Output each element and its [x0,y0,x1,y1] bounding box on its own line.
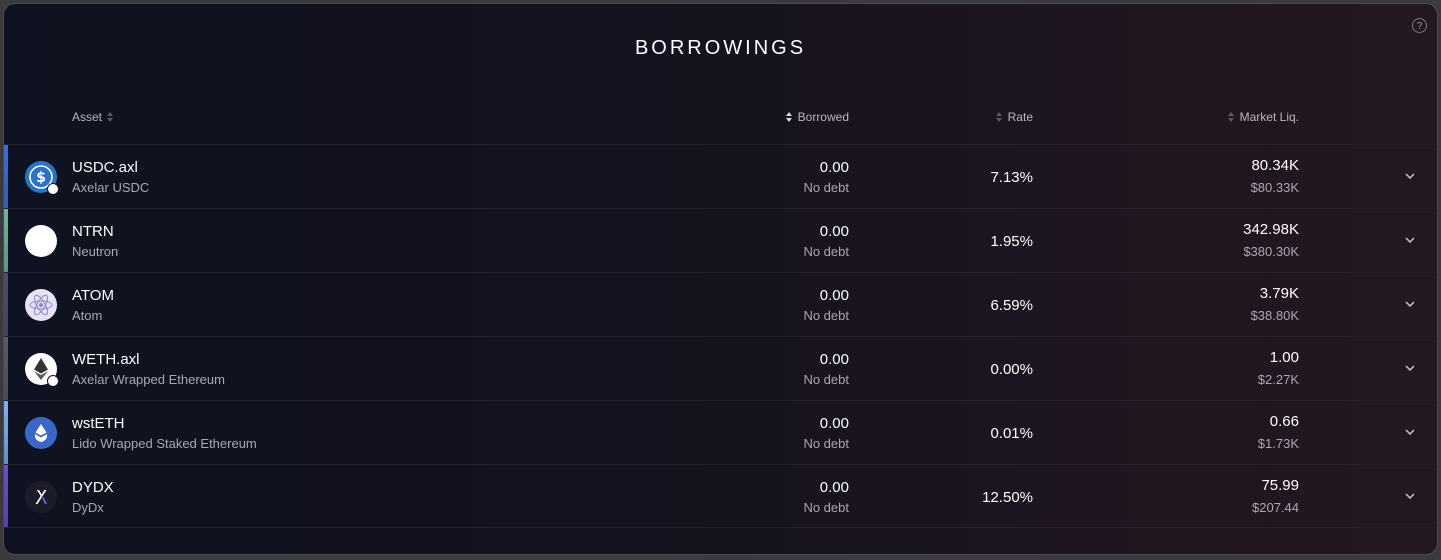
market-liquidity: 342.98K [1243,221,1299,238]
axelar-badge-icon [47,375,59,387]
borrow-rate: 7.13% [990,169,1033,186]
asset-symbol: WETH.axl [72,351,140,368]
asset-symbol: NTRN [72,223,114,240]
market-liquidity-usd: $38.80K [1250,308,1299,323]
usdc-icon: $ [25,161,59,195]
table-row[interactable]: $ USDC.axl Axelar USDC 0.00 No debt 7.13… [4,144,1437,208]
table-header: Asset Borrowed Rate Market Liq. [4,110,1437,130]
borrowed-status: No debt [803,308,849,323]
row-color-strip [4,337,8,400]
dydx-icon [25,481,57,513]
borrowed-amount: 0.00 [819,351,849,368]
market-liquidity: 1.00 [1269,349,1299,366]
row-color-strip [4,273,8,336]
chevron-down-icon[interactable] [1403,489,1417,503]
asset-table-body: $ USDC.axl Axelar USDC 0.00 No debt 7.13… [4,144,1437,528]
borrowed-amount: 0.00 [819,223,849,240]
borrowed-amount: 0.00 [819,287,849,304]
neutron-icon [25,225,57,257]
asset-name: Atom [72,308,103,323]
asset-symbol: USDC.axl [72,159,138,176]
chevron-down-icon[interactable] [1403,425,1417,439]
column-header-rate[interactable]: Rate [995,110,1033,124]
chevron-down-icon[interactable] [1403,233,1417,247]
borrowed-amount: 0.00 [819,479,849,496]
table-row[interactable]: DYDX DyDx 0.00 No debt 12.50% 75.99 $207… [4,464,1437,528]
row-color-strip [4,145,8,208]
asset-symbol: ATOM [72,287,114,304]
row-color-strip [4,465,8,527]
table-row[interactable]: NTRN Neutron 0.00 No debt 1.95% 342.98K … [4,208,1437,272]
borrow-rate: 6.59% [990,297,1033,314]
asset-symbol: wstETH [72,415,125,432]
market-liquidity-usd: $380.30K [1243,244,1299,259]
ethereum-icon [25,353,59,387]
borrowed-amount: 0.00 [819,159,849,176]
borrowed-status: No debt [803,372,849,387]
chevron-down-icon[interactable] [1403,169,1417,183]
asset-name: DyDx [72,500,104,515]
borrowed-status: No debt [803,500,849,515]
page-title: BORROWINGS [634,37,807,59]
borrow-rate: 0.00% [990,361,1033,378]
market-liquidity-usd: $2.27K [1257,372,1299,387]
column-header-asset[interactable]: Asset [72,110,114,124]
borrowed-status: No debt [803,244,849,259]
atom-icon [25,289,57,321]
sort-icon [1227,112,1235,122]
market-liquidity-usd: $80.33K [1250,180,1299,195]
axelar-badge-icon [47,183,59,195]
chevron-down-icon[interactable] [1403,361,1417,375]
borrow-rate: 12.50% [982,489,1033,506]
column-header-borrowed[interactable]: Borrowed [785,110,849,124]
table-row[interactable]: ATOM Atom 0.00 No debt 6.59% 3.79K $38.8… [4,272,1437,336]
borrow-rate: 0.01% [990,425,1033,442]
asset-name: Axelar Wrapped Ethereum [72,372,225,387]
asset-symbol: DYDX [72,479,114,496]
borrowings-panel: ? BORROWINGS Asset Borrowed Rate Market … [3,3,1438,555]
column-label-rate: Rate [1007,110,1033,124]
borrowed-status: No debt [803,180,849,195]
market-liquidity-usd: $1.73K [1257,436,1299,451]
column-header-market-liq[interactable]: Market Liq. [1227,110,1299,124]
sort-desc-icon [785,112,793,122]
help-icon[interactable]: ? [1412,18,1427,33]
row-color-strip [4,209,8,272]
asset-name: Neutron [72,244,119,259]
lido-icon [25,417,57,449]
svg-text:$: $ [36,170,46,186]
asset-name: Lido Wrapped Staked Ethereum [72,436,257,451]
sort-icon [107,112,114,122]
borrowed-amount: 0.00 [819,415,849,432]
table-row[interactable]: WETH.axl Axelar Wrapped Ethereum 0.00 No… [4,336,1437,400]
column-label-asset: Asset [72,110,103,124]
chevron-down-icon[interactable] [1403,297,1417,311]
asset-name: Axelar USDC [72,180,150,195]
sort-icon [995,112,1003,122]
market-liquidity: 3.79K [1259,285,1299,302]
table-row[interactable]: wstETH Lido Wrapped Staked Ethereum 0.00… [4,400,1437,464]
market-liquidity: 80.34K [1251,157,1299,174]
borrow-rate: 1.95% [990,233,1033,250]
market-liquidity: 0.66 [1269,413,1299,430]
row-color-strip [4,401,8,464]
column-label-market-liq: Market Liq. [1239,110,1299,124]
market-liquidity: 75.99 [1261,477,1299,494]
market-liquidity-usd: $207.44 [1252,500,1299,515]
column-label-borrowed: Borrowed [797,110,849,124]
borrowed-status: No debt [803,436,849,451]
